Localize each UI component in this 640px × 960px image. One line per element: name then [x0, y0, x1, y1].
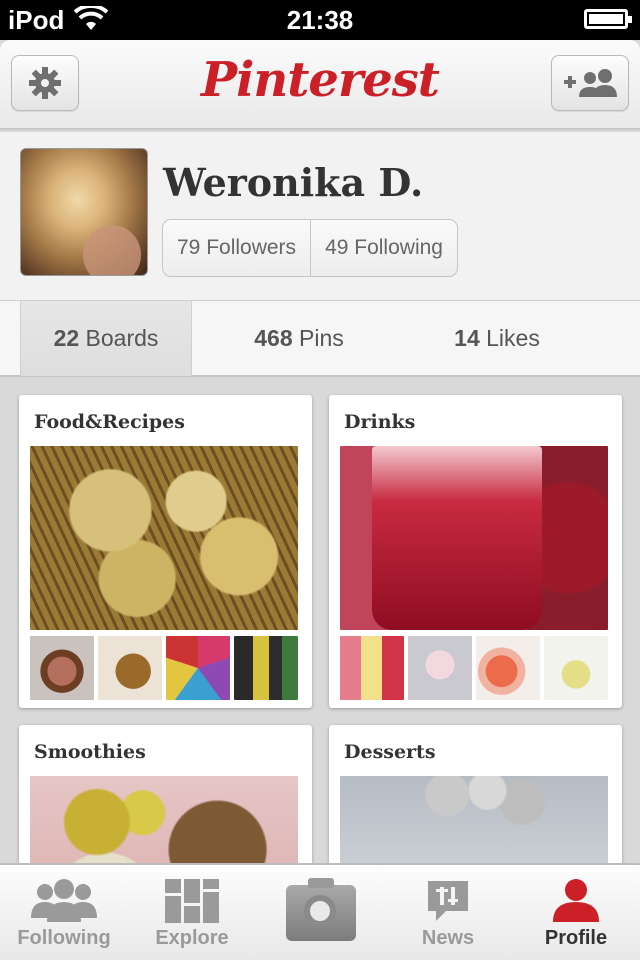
followers-button[interactable]: 79 Followers [163, 220, 310, 276]
board-thumbnail [166, 636, 230, 700]
profile-header: Weronika D. 79 Followers 49 Following [0, 132, 640, 300]
board-thumbnail [544, 636, 608, 700]
tab-likes[interactable]: 14 Likes [406, 301, 588, 376]
tab-news[interactable]: News [384, 865, 512, 960]
news-icon [428, 881, 468, 921]
board-thumbnail [30, 636, 94, 700]
add-friends-button[interactable] [551, 55, 629, 111]
tab-following[interactable]: Following [0, 865, 128, 960]
tab-label: Explore [155, 927, 229, 949]
boards-grid: Food&Recipes Drinks Smoothies Desserts [0, 377, 640, 863]
board-title: Drinks [344, 411, 416, 433]
board-card[interactable]: Food&Recipes [19, 395, 312, 708]
tab-explore[interactable]: Explore [128, 865, 256, 960]
tab-boards[interactable]: 22 Boards [20, 301, 192, 376]
pinterest-logo: Pinterest [201, 52, 440, 108]
tab-bar: Following Explore News Profile [0, 863, 640, 960]
following-button[interactable]: 49 Following [310, 220, 457, 276]
tab-label: Boards [85, 325, 159, 351]
board-card[interactable]: Smoothies [19, 725, 312, 863]
board-cover-image [30, 446, 298, 630]
board-cover-image [340, 446, 608, 630]
follow-counts: 79 Followers 49 Following [162, 219, 458, 277]
tab-pins[interactable]: 468 Pins [192, 301, 406, 376]
tab-count: 22 [53, 325, 80, 351]
board-thumbnail [476, 636, 540, 700]
board-thumbnails [30, 636, 298, 700]
board-title: Food&Recipes [34, 411, 185, 433]
board-card[interactable]: Drinks [329, 395, 622, 708]
tab-label: News [421, 927, 475, 949]
tab-label: Pins [299, 325, 344, 351]
profile-tabs: 22 Boards 468 Pins 14 Likes [0, 300, 640, 377]
tab-count: 468 [254, 325, 293, 351]
clock: 21:38 [286, 5, 354, 35]
board-cover-image [340, 776, 608, 863]
tab-camera[interactable] [256, 865, 384, 960]
tab-label: Following [17, 927, 111, 949]
board-title: Smoothies [34, 741, 146, 763]
add-people-icon [564, 69, 617, 97]
status-bar: iPod 21:38 [0, 0, 640, 40]
board-thumbnail [98, 636, 162, 700]
people-icon [31, 879, 97, 922]
tab-label: Profile [544, 927, 608, 949]
camera-icon [286, 878, 356, 941]
profile-name: Weronika D. [163, 160, 424, 205]
person-icon [553, 879, 599, 922]
nav-bar: Pinterest [0, 40, 640, 130]
board-thumbnail [408, 636, 472, 700]
tab-profile[interactable]: Profile [512, 865, 640, 960]
board-card[interactable]: Desserts [329, 725, 622, 863]
board-thumbnail [340, 636, 404, 700]
tab-label: Likes [486, 325, 540, 351]
board-cover-image [30, 776, 298, 863]
tab-count: 14 [454, 325, 480, 351]
avatar[interactable] [20, 148, 148, 276]
board-thumbnail [234, 636, 298, 700]
grid-icon [165, 879, 219, 923]
board-thumbnails [340, 636, 608, 700]
board-title: Desserts [344, 741, 436, 763]
battery-icon [584, 9, 632, 29]
